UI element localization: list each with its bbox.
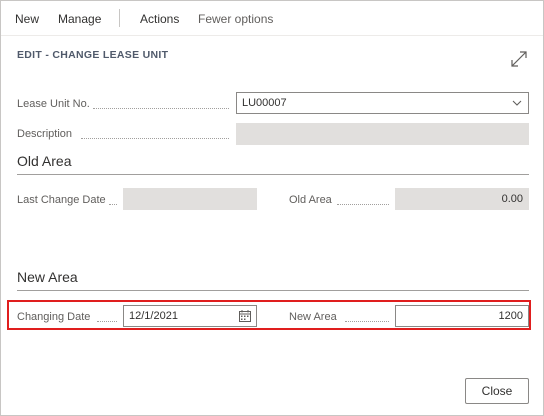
changing-date-value: 12/1/2021 <box>129 310 178 322</box>
new-area-heading: New Area <box>17 269 78 285</box>
label-leader <box>109 203 117 205</box>
toolbar-divider <box>119 9 120 27</box>
fewer-options-button[interactable]: Fewer options <box>198 12 273 26</box>
lease-unit-no-value: LU00007 <box>242 97 287 109</box>
page-title: EDIT - CHANGE LEASE UNIT <box>17 49 169 61</box>
last-change-date-field <box>123 188 257 210</box>
label-leader <box>97 320 117 322</box>
expand-icon[interactable] <box>509 49 529 69</box>
chevron-down-icon <box>512 100 522 106</box>
last-change-date-label: Last Change Date <box>17 194 106 206</box>
new-area-label: New Area <box>289 311 337 323</box>
description-field <box>236 123 529 145</box>
old-area-label: Old Area <box>289 194 332 206</box>
manage-button[interactable]: Manage <box>58 12 101 26</box>
old-area-heading: Old Area <box>17 153 72 169</box>
label-leader <box>337 203 389 205</box>
old-area-field: 0.00 <box>395 188 529 210</box>
changing-date-input[interactable]: 12/1/2021 <box>123 305 257 327</box>
lease-unit-no-label: Lease Unit No. <box>17 98 90 110</box>
changing-date-label: Changing Date <box>17 311 91 323</box>
new-area-input[interactable]: 1200 <box>395 305 529 327</box>
calendar-icon[interactable] <box>239 310 251 322</box>
label-leader <box>81 137 229 139</box>
actions-button[interactable]: Actions <box>140 12 179 26</box>
toolbar: New Manage Actions Fewer options <box>1 1 543 36</box>
dialog: New Manage Actions Fewer options EDIT - … <box>0 0 544 416</box>
label-leader <box>345 320 389 322</box>
description-label: Description <box>17 128 73 140</box>
section-divider <box>17 290 529 291</box>
close-button[interactable]: Close <box>465 378 529 404</box>
lease-unit-no-select[interactable]: LU00007 <box>236 92 529 114</box>
new-button[interactable]: New <box>15 12 39 26</box>
section-divider <box>17 174 529 175</box>
label-leader <box>93 107 229 109</box>
